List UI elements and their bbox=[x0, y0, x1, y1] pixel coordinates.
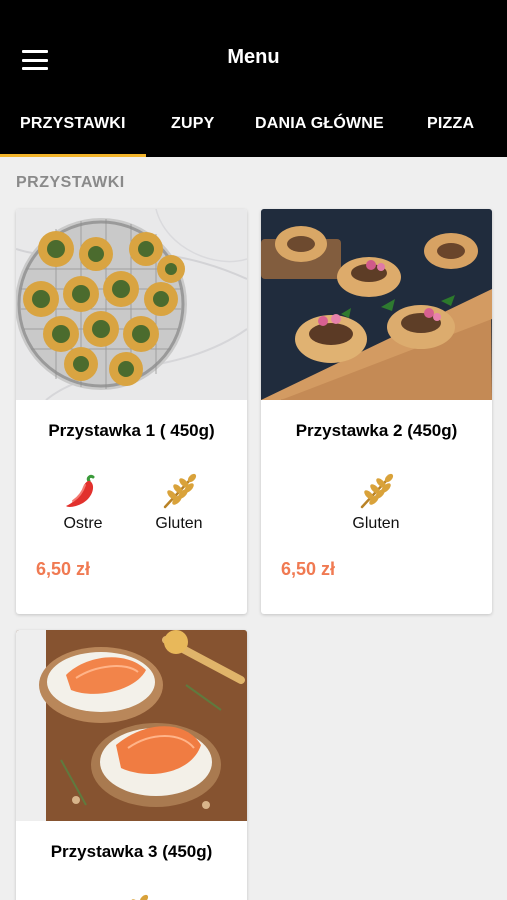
tab-przystawki[interactable]: PRZYSTAWKI bbox=[0, 105, 146, 157]
product-name: Przystawka 1 ( 450g) bbox=[48, 421, 215, 440]
tag-gluten: Gluten bbox=[341, 471, 411, 533]
tag-label: Gluten bbox=[155, 515, 203, 532]
wheat-icon bbox=[96, 892, 166, 900]
wheat-icon bbox=[341, 471, 411, 511]
product-card-2[interactable]: Przystawka 2 (450g) Gluten 6,50 zł bbox=[261, 209, 492, 614]
product-name: Przystawka 3 (450g) bbox=[50, 842, 213, 861]
category-tabs: PRZYSTAWKI ZUPY DANIA GŁÓWNE PIZZA bbox=[0, 105, 507, 157]
product-image bbox=[16, 209, 247, 400]
product-price: 6,50 zł bbox=[36, 559, 91, 579]
tab-zupy[interactable]: ZUPY bbox=[171, 105, 214, 157]
tag-label: Ostre bbox=[63, 515, 103, 532]
product-name: Przystawka 2 (450g) bbox=[295, 421, 458, 440]
page-title: Menu bbox=[227, 46, 280, 68]
tab-dania-glowne[interactable]: DANIA GŁÓWNE bbox=[255, 105, 384, 157]
product-image bbox=[16, 630, 247, 821]
product-price: 6,50 zł bbox=[281, 559, 336, 579]
app-header: Menu PRZYSTAWKI ZUPY DANIA GŁÓWNE PIZZA bbox=[0, 0, 507, 157]
product-card-3[interactable]: Przystawka 3 (450g) bbox=[16, 630, 247, 900]
chili-pepper-icon bbox=[48, 471, 118, 511]
product-card-1[interactable]: Przystawka 1 ( 450g) Ostre Gluten 6,50 z… bbox=[16, 209, 247, 614]
section-title: PRZYSTAWKI bbox=[16, 174, 125, 191]
tag-label: Gluten bbox=[352, 515, 400, 532]
tag-gluten: Gluten bbox=[144, 471, 214, 533]
wheat-icon bbox=[144, 471, 214, 511]
product-image bbox=[261, 209, 492, 400]
tab-pizza[interactable]: PIZZA bbox=[427, 105, 474, 157]
tag-gluten bbox=[96, 892, 166, 900]
tag-spicy: Ostre bbox=[48, 471, 118, 533]
